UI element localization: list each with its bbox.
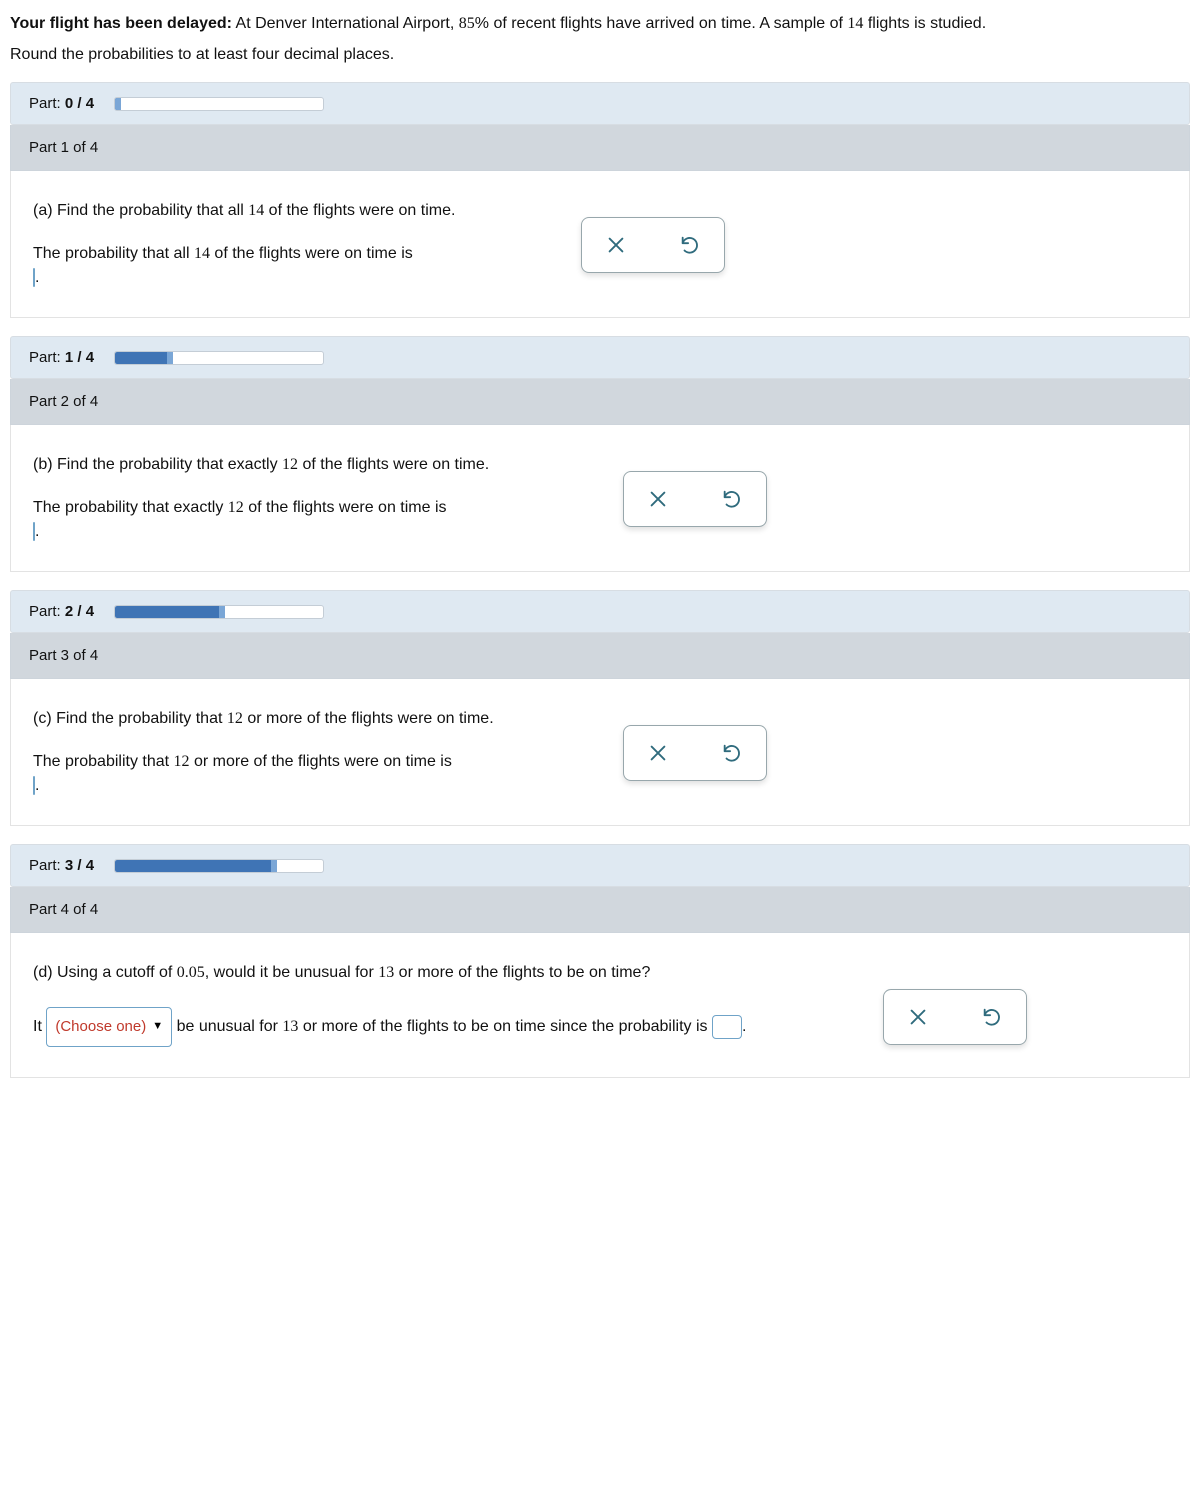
undo-icon bbox=[981, 1006, 1003, 1028]
undo-icon bbox=[679, 234, 701, 256]
clear-button[interactable] bbox=[634, 734, 682, 772]
part-body-2: (b) Find the probability that exactly 12… bbox=[10, 425, 1190, 572]
undo-icon bbox=[721, 488, 743, 510]
answer-line-b: The probability that exactly 12 of the f… bbox=[33, 499, 1167, 541]
progress-header-0: Part: 0 / 4 bbox=[10, 82, 1190, 125]
intro-text: Your flight has been delayed: At Denver … bbox=[10, 12, 1190, 36]
toolbar-d bbox=[883, 989, 1027, 1045]
progress-bar-3 bbox=[114, 859, 324, 873]
reset-button[interactable] bbox=[968, 998, 1016, 1036]
choose-one-select[interactable]: (Choose one)▼ bbox=[46, 1007, 172, 1047]
chevron-down-icon: ▼ bbox=[152, 1015, 163, 1038]
clear-button[interactable] bbox=[634, 480, 682, 518]
progress-header-3: Part: 3 / 4 bbox=[10, 844, 1190, 887]
part-title-2: Part 2 of 4 bbox=[10, 379, 1190, 425]
part-body-1: (a) Find the probability that all 14 of … bbox=[10, 171, 1190, 318]
undo-icon bbox=[721, 742, 743, 764]
close-icon bbox=[647, 742, 669, 764]
instructions: Round the probabilities to at least four… bbox=[10, 46, 1190, 64]
close-icon bbox=[605, 234, 627, 256]
question-d: (d) Using a cutoff of 0.05, would it be … bbox=[33, 961, 1167, 985]
reset-button[interactable] bbox=[708, 480, 756, 518]
part-body-4: (d) Using a cutoff of 0.05, would it be … bbox=[10, 933, 1190, 1078]
close-icon bbox=[907, 1006, 929, 1028]
clear-button[interactable] bbox=[894, 998, 942, 1036]
clear-button[interactable] bbox=[592, 226, 640, 264]
part-title-4: Part 4 of 4 bbox=[10, 887, 1190, 933]
toolbar-b bbox=[623, 471, 767, 527]
toolbar-c bbox=[623, 725, 767, 781]
part-body-3: (c) Find the probability that 12 or more… bbox=[10, 679, 1190, 826]
progress-header-1: Part: 1 / 4 bbox=[10, 336, 1190, 379]
question-c: (c) Find the probability that 12 or more… bbox=[33, 707, 1167, 731]
toolbar-a bbox=[581, 217, 725, 273]
answer-line-c: The probability that 12 or more of the f… bbox=[33, 753, 1167, 795]
reset-button[interactable] bbox=[708, 734, 756, 772]
progress-header-2: Part: 2 / 4 bbox=[10, 590, 1190, 633]
answer-input-d[interactable] bbox=[712, 1015, 742, 1039]
part-title-1: Part 1 of 4 bbox=[10, 125, 1190, 171]
progress-bar-1 bbox=[114, 351, 324, 365]
progress-bar-2 bbox=[114, 605, 324, 619]
progress-bar-0 bbox=[114, 97, 324, 111]
close-icon bbox=[647, 488, 669, 510]
part-title-3: Part 3 of 4 bbox=[10, 633, 1190, 679]
question-b: (b) Find the probability that exactly 12… bbox=[33, 453, 1167, 477]
reset-button[interactable] bbox=[666, 226, 714, 264]
intro-bold: Your flight has been delayed: bbox=[10, 15, 232, 32]
